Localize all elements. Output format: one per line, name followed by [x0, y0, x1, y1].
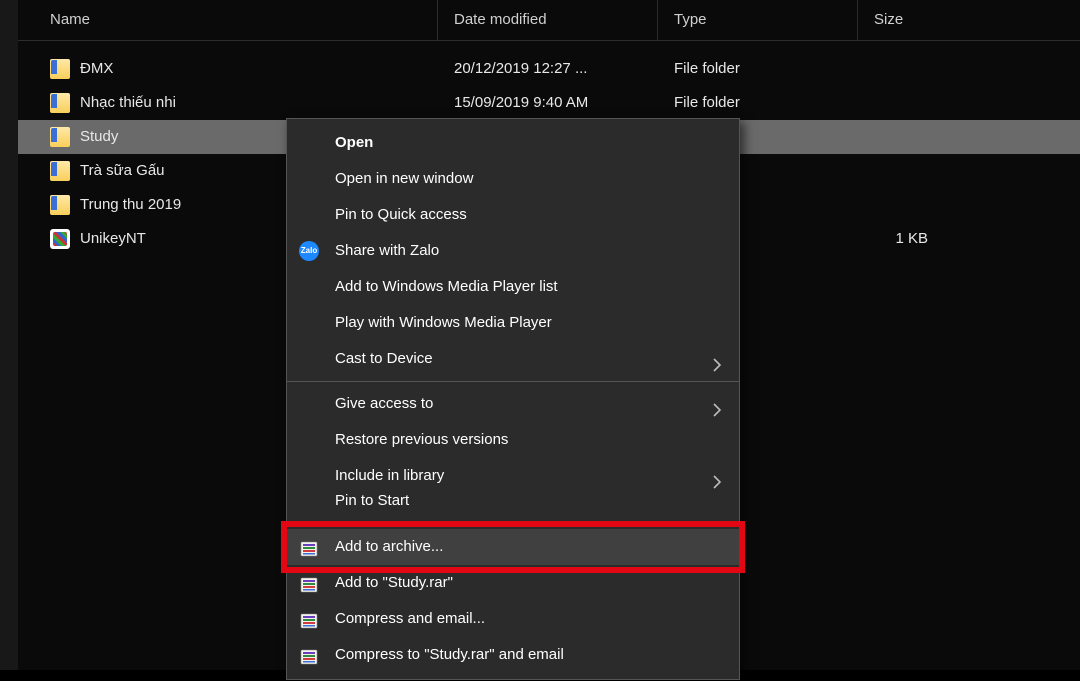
menu-item-add-to-study-rar[interactable]: Add to "Study.rar": [287, 565, 739, 601]
menu-item-compress-to-study-rar-and-email[interactable]: Compress to "Study.rar" and email: [287, 637, 739, 673]
menu-item-restore-previous-versions[interactable]: Restore previous versions: [287, 422, 739, 458]
rar-icon: [299, 645, 319, 665]
menu-item-add-to-archive[interactable]: Add to archive...: [287, 529, 739, 565]
context-menu: Open Open in new window Pin to Quick acces…: [286, 118, 740, 680]
chevron-right-icon: [709, 468, 725, 484]
menu-item-label: Give access to: [335, 395, 433, 412]
file-name-label: UnikeyNT: [80, 222, 146, 256]
file-size: [858, 52, 928, 86]
menu-item-open-in-new-window[interactable]: Open in new window: [287, 161, 739, 197]
file-size: [858, 86, 928, 120]
menu-item-label: Include in library: [335, 467, 444, 484]
col-header-date[interactable]: Date modified: [438, 0, 658, 40]
file-explorer: Name Date modified Type Size ĐMX 20/12/20…: [0, 0, 1080, 670]
menu-item-open[interactable]: Open: [287, 125, 739, 161]
menu-item-label: Play with Windows Media Player: [335, 314, 552, 331]
menu-item-compress-and-email[interactable]: Compress and email...: [287, 601, 739, 637]
column-headers: Name Date modified Type Size: [18, 0, 1080, 41]
chevron-right-icon: [709, 396, 725, 412]
menu-item-label: Compress to "Study.rar" and email: [335, 646, 564, 663]
file-size: [858, 120, 928, 154]
menu-item-label: Share with Zalo: [335, 242, 439, 259]
folder-icon: [50, 93, 70, 113]
file-type: File folder: [674, 52, 858, 86]
unikey-icon: [50, 229, 70, 249]
menu-item-pin-to-quick-access[interactable]: Pin to Quick access: [287, 197, 739, 233]
file-type: File folder: [674, 86, 858, 120]
file-date: 15/09/2019 9:40 AM: [454, 86, 658, 120]
col-header-size[interactable]: Size: [858, 0, 1060, 40]
menu-item-label: Compress and email...: [335, 610, 485, 627]
menu-item-label: Pin to Quick access: [335, 206, 467, 223]
menu-item-label: Open in new window: [335, 170, 473, 187]
chevron-right-icon: [709, 351, 725, 367]
folder-icon: [50, 161, 70, 181]
menu-separator: [287, 524, 739, 525]
file-name-label: Study: [80, 120, 118, 154]
col-header-name[interactable]: Name: [18, 0, 438, 40]
menu-item-include-in-library[interactable]: Include in library: [287, 458, 739, 494]
menu-item-cast-to-device[interactable]: Cast to Device: [287, 341, 739, 377]
rar-icon: [299, 537, 319, 557]
file-name-label: ĐMX: [80, 52, 113, 86]
menu-item-add-to-windows-media-player-list[interactable]: Add to Windows Media Player list: [287, 269, 739, 305]
menu-item-play-with-windows-media-player[interactable]: Play with Windows Media Player: [287, 305, 739, 341]
menu-item-label: Add to Windows Media Player list: [335, 278, 558, 295]
col-header-type[interactable]: Type: [658, 0, 858, 40]
file-row-nh-c-thi-u-nhi[interactable]: Nhạc thiếu nhi 15/09/2019 9:40 AM File fol…: [18, 86, 1080, 120]
file-row--mx[interactable]: ĐMX 20/12/2019 12:27 ... File folder: [18, 52, 1080, 86]
file-name-label: Nhạc thiếu nhi: [80, 86, 176, 120]
folder-icon: [50, 195, 70, 215]
file-size: [858, 188, 928, 222]
menu-item-give-access-to[interactable]: Give access to: [287, 386, 739, 422]
zalo-icon: Zalo: [299, 241, 319, 261]
file-size: [858, 154, 928, 188]
file-size: 1 KB: [858, 222, 928, 256]
menu-separator: [287, 381, 739, 382]
menu-item-label: Add to "Study.rar": [335, 574, 453, 591]
rar-icon: [299, 609, 319, 629]
rar-icon: [299, 573, 319, 593]
file-name-label: Trung thu 2019: [80, 188, 181, 222]
menu-item-label: Restore previous versions: [335, 431, 508, 448]
menu-item-label: Cast to Device: [335, 350, 433, 367]
menu-item-pin-to-start[interactable]: Pin to Start: [287, 494, 739, 520]
menu-item-label: Add to archive...: [335, 538, 443, 555]
file-name-label: Trà sữa Gấu: [80, 154, 165, 188]
folder-icon: [50, 127, 70, 147]
left-panel-edge: [0, 0, 18, 670]
menu-item-label: Open: [335, 134, 373, 151]
file-date: 20/12/2019 12:27 ...: [454, 52, 658, 86]
folder-icon: [50, 59, 70, 79]
menu-item-share-with-zalo[interactable]: Zalo Share with Zalo: [287, 233, 739, 269]
menu-item-label: Pin to Start: [335, 492, 409, 509]
